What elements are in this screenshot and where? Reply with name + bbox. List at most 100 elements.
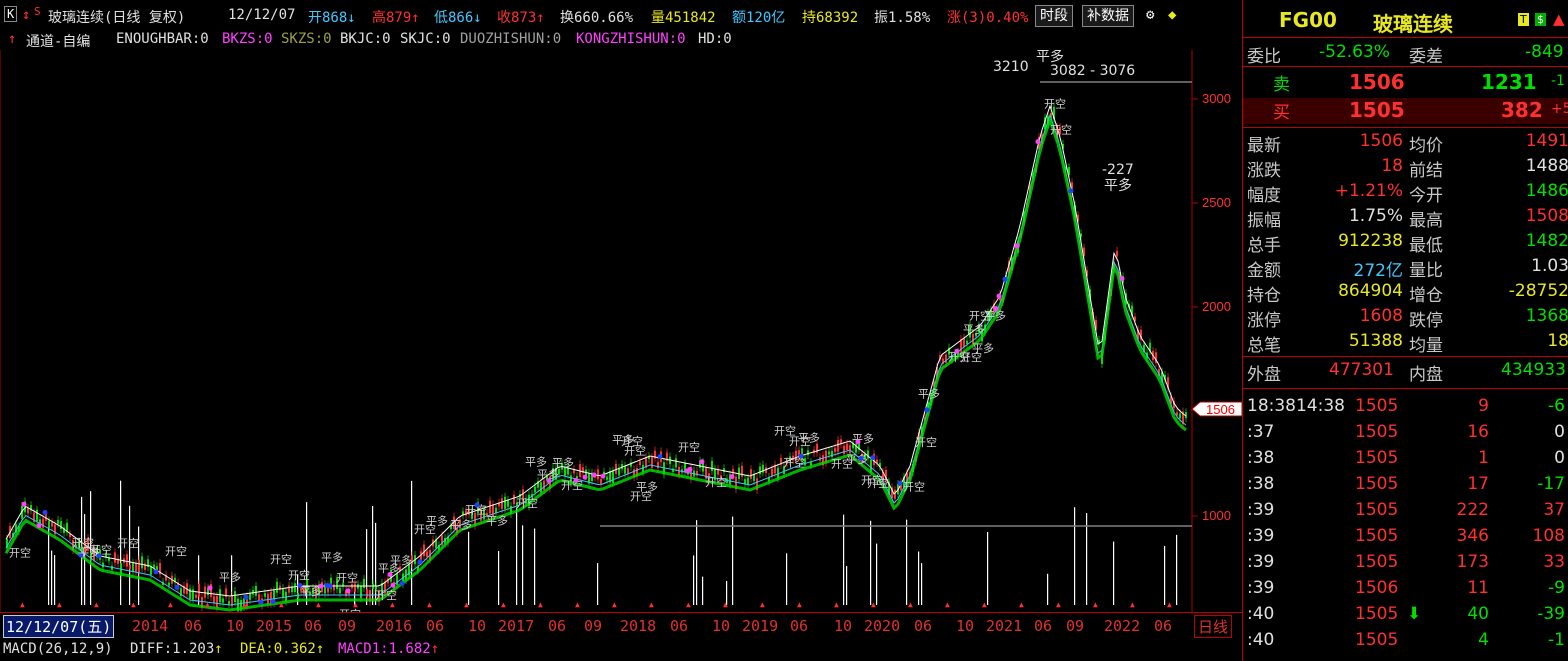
macd-value: MACD1:1.682↑ [338, 641, 440, 657]
tick-time: :40 [1247, 604, 1275, 624]
tick-time: :39 [1247, 552, 1275, 572]
svg-text:▲: ▲ [538, 600, 543, 609]
svg-text:▲: ▲ [353, 600, 358, 609]
tick-price: 1505 [1355, 604, 1399, 624]
indicator-item: KONGZHISHUN:0 [576, 31, 686, 47]
turnover-label: 换660.66% [560, 10, 634, 26]
svg-text:▲: ▲ [1056, 600, 1061, 609]
time-label: 10 [712, 617, 731, 635]
quote-label: 总手 [1247, 236, 1281, 256]
tick-volume: 1 [1478, 448, 1489, 468]
svg-text:▲: ▲ [464, 600, 469, 609]
price-tick: 1000 [1202, 508, 1231, 523]
svg-text:▲: ▲ [205, 600, 210, 609]
svg-text:平多: 平多 [552, 456, 574, 470]
svg-text:开空: 开空 [516, 496, 538, 510]
tick-change: 0 [1554, 448, 1565, 468]
quote-label: 前结 [1409, 161, 1443, 181]
svg-text:▲: ▲ [1167, 600, 1172, 609]
time-label: 09 [584, 617, 603, 635]
t-icon[interactable]: T [1518, 13, 1529, 26]
tick-change: 108 [1532, 526, 1565, 546]
peak2-sub: 平多 [1104, 177, 1132, 194]
chart-title: 玻璃连续(日线 复权) [48, 10, 186, 26]
quote-value: 18 [1381, 156, 1403, 176]
sell-row[interactable]: 卖 1506 1231 -1 [1243, 70, 1568, 96]
triangle-up-icon[interactable]: ▲ [1553, 10, 1565, 28]
svg-text:▲: ▲ [390, 600, 395, 609]
svg-text:▲: ▲ [242, 600, 247, 609]
macd-dea: DEA:0.362↑ [240, 641, 325, 657]
svg-text:开空: 开空 [336, 571, 358, 585]
svg-text:开空: 开空 [165, 544, 187, 558]
tick-change: -17 [1537, 474, 1565, 494]
tick-change: -39 [1537, 604, 1565, 624]
tick-change: 37 [1543, 500, 1565, 520]
time-label: 09 [338, 617, 357, 635]
svg-text:▲: ▲ [575, 600, 580, 609]
quote-value: -28752 [1508, 281, 1568, 301]
quote-label: 总笔 [1247, 336, 1281, 356]
time-label: 09 [1066, 617, 1085, 635]
tick-price: 1505 [1355, 474, 1399, 494]
tick-volume: 9 [1478, 396, 1489, 416]
time-label: 2020 [864, 617, 901, 635]
time-axis: 12/12/07(五) 2014 06 10 2015 06 09 2016 0… [0, 612, 1242, 639]
quote-value: 1491 [1525, 131, 1568, 151]
svg-text:开空: 开空 [117, 536, 139, 550]
indicator-item: BKZS:0 [222, 31, 273, 47]
max-price-label: 3210 [993, 59, 1029, 75]
tick-change: -6 [1548, 396, 1565, 416]
svg-text:平多: 平多 [450, 518, 472, 532]
period-label[interactable]: 日线 [1194, 615, 1233, 638]
time-label: 2021 [986, 617, 1023, 635]
quote-label: 最低 [1409, 236, 1443, 256]
buy-row[interactable]: 买 1505 382 +5 [1243, 98, 1568, 124]
indicator-item: HD:0 [698, 31, 732, 47]
quote-value: 1506 [1359, 131, 1403, 151]
quote-label: 幅度 [1247, 186, 1281, 206]
indicator-item: BKJC:0 [340, 31, 391, 47]
time-label: 2015 [256, 617, 293, 635]
tick-change: 33 [1543, 552, 1565, 572]
svg-text:平多: 平多 [798, 430, 820, 444]
supplement-data-button[interactable]: 补数据 [1082, 5, 1134, 27]
svg-text:开空: 开空 [867, 476, 889, 490]
svg-text:▲: ▲ [1093, 600, 1098, 609]
time-label: 10 [468, 617, 487, 635]
quote-label: 跌停 [1409, 311, 1443, 331]
time-label: 06 [1034, 617, 1053, 635]
quote-value: +1.21% [1334, 181, 1403, 201]
svg-text:开空: 开空 [624, 443, 646, 457]
macd-name[interactable]: MACD(26,12,9) [3, 641, 113, 657]
chart-header-bar: K ↕ S 玻璃连续(日线 复权) 12/12/07 开868↓ 高879↑ 低… [0, 0, 1242, 30]
time-label: 2022 [1104, 617, 1141, 635]
indicator-item: SKJC:0 [400, 31, 451, 47]
period-button[interactable]: 时段 [1035, 5, 1073, 27]
time-cursor: 12/12/07(五) [3, 615, 115, 638]
svg-text:平多: 平多 [426, 514, 448, 528]
svg-text:开空: 开空 [1044, 97, 1066, 111]
current-price-tag: 1506 [1191, 401, 1242, 417]
volume-bars [48, 480, 1178, 605]
svg-text:平多: 平多 [321, 550, 343, 564]
svg-text:▲: ▲ [131, 600, 136, 609]
indicator-name[interactable]: 通道-自编 [26, 31, 90, 51]
svg-text:▲: ▲ [686, 600, 691, 609]
chart-date: 12/12/07 [228, 7, 296, 23]
time-label: 06 [670, 617, 689, 635]
settings-icon[interactable]: ⚙ [1146, 7, 1154, 23]
quote-label: 金额 [1247, 261, 1281, 281]
arrow-icon: ↕ [22, 7, 31, 23]
k-icon[interactable]: K [4, 6, 18, 22]
tick-change: 0 [1554, 422, 1565, 442]
book-icon[interactable]: $ [1535, 13, 1546, 26]
diamond-icon[interactable]: ◆ [1168, 7, 1176, 23]
kline-chart[interactable]: 开空开空平多开空开空开空平多开空开空平多平多开空开空开空平多平多开空平多平多开空… [0, 50, 1242, 612]
quote-value: 51388 [1348, 331, 1403, 351]
macd-bar: MACD(26,12,9) DIFF:1.203↑ DEA:0.362↑ MAC… [0, 638, 1242, 661]
tick-volume: 16 [1467, 422, 1489, 442]
open-label: 开868↓ [308, 10, 356, 26]
tick-volume: 173 [1456, 552, 1489, 572]
svg-text:▲: ▲ [168, 600, 173, 609]
